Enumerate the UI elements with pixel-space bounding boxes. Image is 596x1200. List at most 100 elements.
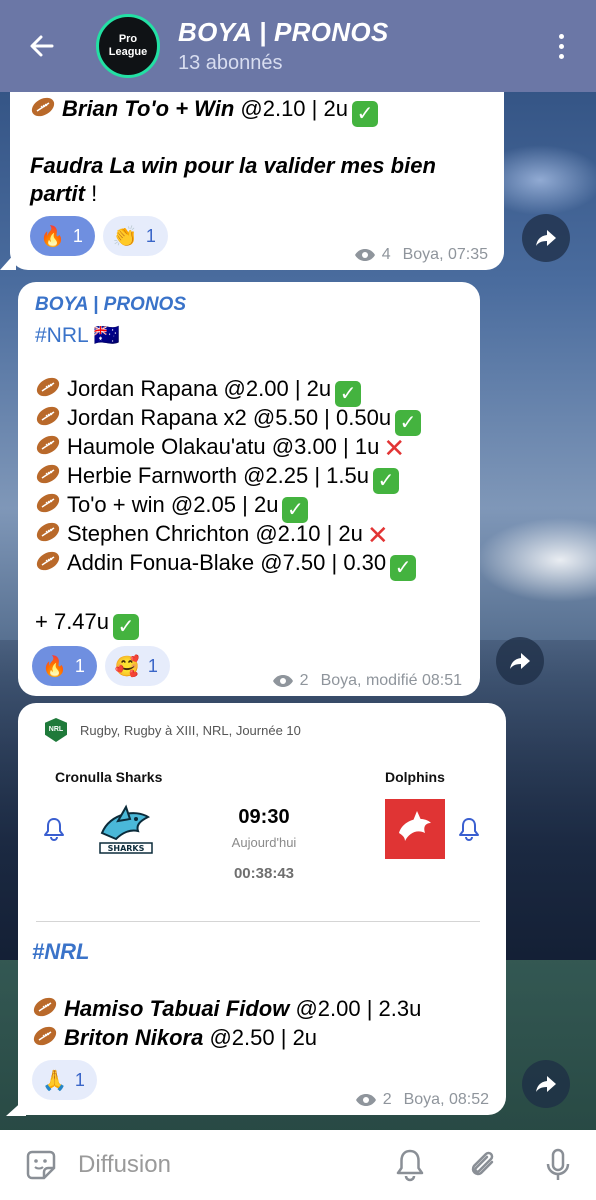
- bell-icon[interactable]: [43, 817, 65, 841]
- rugby-ball-icon: [35, 492, 61, 520]
- eye-icon: [355, 1094, 376, 1106]
- share-button[interactable]: [522, 1060, 570, 1108]
- cross-mark-icon: ✕: [383, 433, 406, 463]
- reaction-fire[interactable]: 🔥 1: [30, 216, 95, 256]
- reaction-pray[interactable]: 🙏 1: [32, 1060, 97, 1100]
- message-meta: 4 Boya, 07:35: [354, 246, 488, 264]
- eye-icon: [354, 249, 375, 261]
- voice-button[interactable]: [540, 1147, 576, 1183]
- message-meta: 2 Boya, 08:52: [355, 1091, 489, 1109]
- forward-arrow-icon: [536, 1076, 556, 1092]
- broadcast-input[interactable]: Diffusion: [78, 1151, 392, 1179]
- reaction-count: 1: [147, 655, 158, 676]
- reactions-row: 🙏 1: [32, 1060, 97, 1100]
- reaction-fire[interactable]: 🔥 1: [32, 646, 97, 686]
- sharks-logo-text: SHARKS: [108, 844, 145, 853]
- reaction-count: 1: [74, 1069, 85, 1090]
- rugby-ball-icon: [35, 405, 61, 433]
- sharks-logo: SHARKS: [96, 803, 156, 861]
- check-mark-icon: ✓: [282, 497, 309, 523]
- rugby-ball-icon: [32, 1025, 58, 1053]
- rugby-ball-icon: [30, 96, 56, 124]
- view-count: 4: [381, 246, 391, 263]
- message-meta: 2 Boya, modifié 08:51: [272, 672, 462, 690]
- fire-icon: 🔥: [42, 655, 67, 678]
- bell-icon: [396, 1149, 424, 1182]
- match-competition: Rugby, Rugby à XIII, NRL, Journée 10: [80, 723, 301, 738]
- cross-mark-icon: ✕: [366, 520, 389, 550]
- match-kickoff-time: 09:30: [238, 806, 290, 828]
- away-team-name: Dolphins: [385, 769, 445, 785]
- hashtag-link[interactable]: #NRL: [32, 939, 89, 965]
- bet-line: Addin Fonua-Blake @7.50 | 0.30 ✓: [35, 550, 417, 581]
- channel-title-block[interactable]: BOYA | PRONOS 13 abonnés: [178, 17, 546, 75]
- bet-line: Jordan Rapana x2 @5.50 | 0.50u ✓: [35, 405, 422, 436]
- rugby-ball-icon: [35, 521, 61, 549]
- arrow-left-icon: [30, 35, 54, 57]
- bet-text: Stephen Chrichton @2.10 | 2u: [67, 521, 363, 546]
- view-count: 2: [382, 1091, 392, 1108]
- message-bubble[interactable]: NRL Rugby, Rugby à XIII, NRL, Journée 10…: [18, 703, 506, 1115]
- dot-icon: [558, 53, 564, 59]
- check-mark-icon: ✓: [351, 101, 378, 127]
- reaction-love[interactable]: 🥰 1: [104, 646, 170, 686]
- paperclip-icon: [471, 1151, 494, 1176]
- rugby-ball-icon: [35, 550, 61, 578]
- message-text-tail: !: [85, 181, 98, 206]
- bet-text: Addin Fonua-Blake @7.50 | 0.30: [67, 550, 387, 575]
- share-button[interactable]: [522, 214, 570, 262]
- match-day: Aujourd'hui: [231, 835, 297, 850]
- notification-bell-button[interactable]: [392, 1147, 428, 1183]
- channel-header: Pro League BOYA | PRONOS 13 abonnés: [0, 0, 596, 92]
- fire-icon: 🔥: [40, 225, 65, 248]
- more-options-button[interactable]: [546, 26, 576, 66]
- bet-text: Haumole Olakau'atu @3.00 | 1u: [67, 434, 380, 459]
- message-bubble[interactable]: BOYA | PRONOS #NRL 🇦🇺 Jordan Rapana @2.0…: [18, 282, 480, 696]
- check-mark-icon: ✓: [113, 614, 140, 640]
- match-countdown: 00:38:43: [233, 865, 295, 882]
- share-button[interactable]: [496, 637, 544, 685]
- dot-icon: [558, 43, 564, 49]
- bet-line: Stephen Chrichton @2.10 | 2u ✕: [35, 521, 389, 549]
- reaction-count: 1: [72, 225, 83, 246]
- attach-button[interactable]: [466, 1147, 502, 1183]
- hashtag-link[interactable]: #NRL 🇦🇺: [35, 324, 120, 348]
- check-mark-icon: ✓: [390, 555, 417, 581]
- bet-text: To'o + win @2.05 | 2u: [67, 492, 279, 517]
- clap-icon: 👏: [112, 225, 138, 248]
- composer-bar: Diffusion: [0, 1130, 596, 1200]
- sticker-icon[interactable]: [24, 1148, 58, 1182]
- bet-line: To'o + win @2.05 | 2u ✓: [35, 492, 309, 523]
- bet-player: Hamiso Tabuai Fidow: [64, 996, 290, 1021]
- message-bubble[interactable]: Brian To'o + Win @2.10 | 2u ✓ Faudra La w…: [10, 80, 504, 270]
- message-author-time: Boya, 07:35: [402, 246, 488, 263]
- card-divider: [36, 921, 480, 922]
- reaction-clap[interactable]: 👏 1: [102, 216, 168, 256]
- bet-odds: @2.00 | 2.3u: [289, 996, 422, 1021]
- message-text: Faudra La win pour la valider mes bien p…: [30, 152, 490, 208]
- avatar-logo-text: Pro League: [108, 33, 148, 58]
- bet-text: Herbie Farnworth @2.25 | 1.5u: [67, 463, 369, 488]
- dot-icon: [558, 33, 564, 39]
- folded-hands-icon: 🙏: [42, 1069, 67, 1092]
- bet-odds: @2.50 | 2u: [203, 1025, 318, 1050]
- channel-avatar[interactable]: Pro League: [96, 14, 160, 78]
- bell-icon[interactable]: [458, 817, 480, 841]
- sender-name[interactable]: BOYA | PRONOS: [35, 294, 186, 316]
- eye-icon: [272, 675, 293, 687]
- rugby-ball-icon: [35, 434, 61, 462]
- bet-line: Brian To'o + Win @2.10 | 2u ✓: [30, 96, 378, 127]
- match-preview-card[interactable]: NRL Rugby, Rugby à XIII, NRL, Journée 10…: [18, 703, 506, 928]
- check-mark-icon: ✓: [372, 468, 399, 494]
- bet-line: Briton Nikora @2.50 | 2u: [32, 1025, 317, 1053]
- bet-player: Brian To'o + Win: [62, 96, 235, 121]
- bet-line: Herbie Farnworth @2.25 | 1.5u ✓: [35, 463, 399, 494]
- rugby-ball-icon: [35, 463, 61, 491]
- bet-line: Hamiso Tabuai Fidow @2.00 | 2.3u: [32, 996, 421, 1024]
- nrl-logo: NRL: [45, 718, 67, 742]
- dolphins-logo: [385, 799, 445, 859]
- microphone-icon: [546, 1148, 570, 1180]
- message-author-time: Boya, modifié 08:51: [320, 672, 462, 689]
- back-button[interactable]: [22, 26, 62, 66]
- bet-line: Haumole Olakau'atu @3.00 | 1u ✕: [35, 434, 405, 462]
